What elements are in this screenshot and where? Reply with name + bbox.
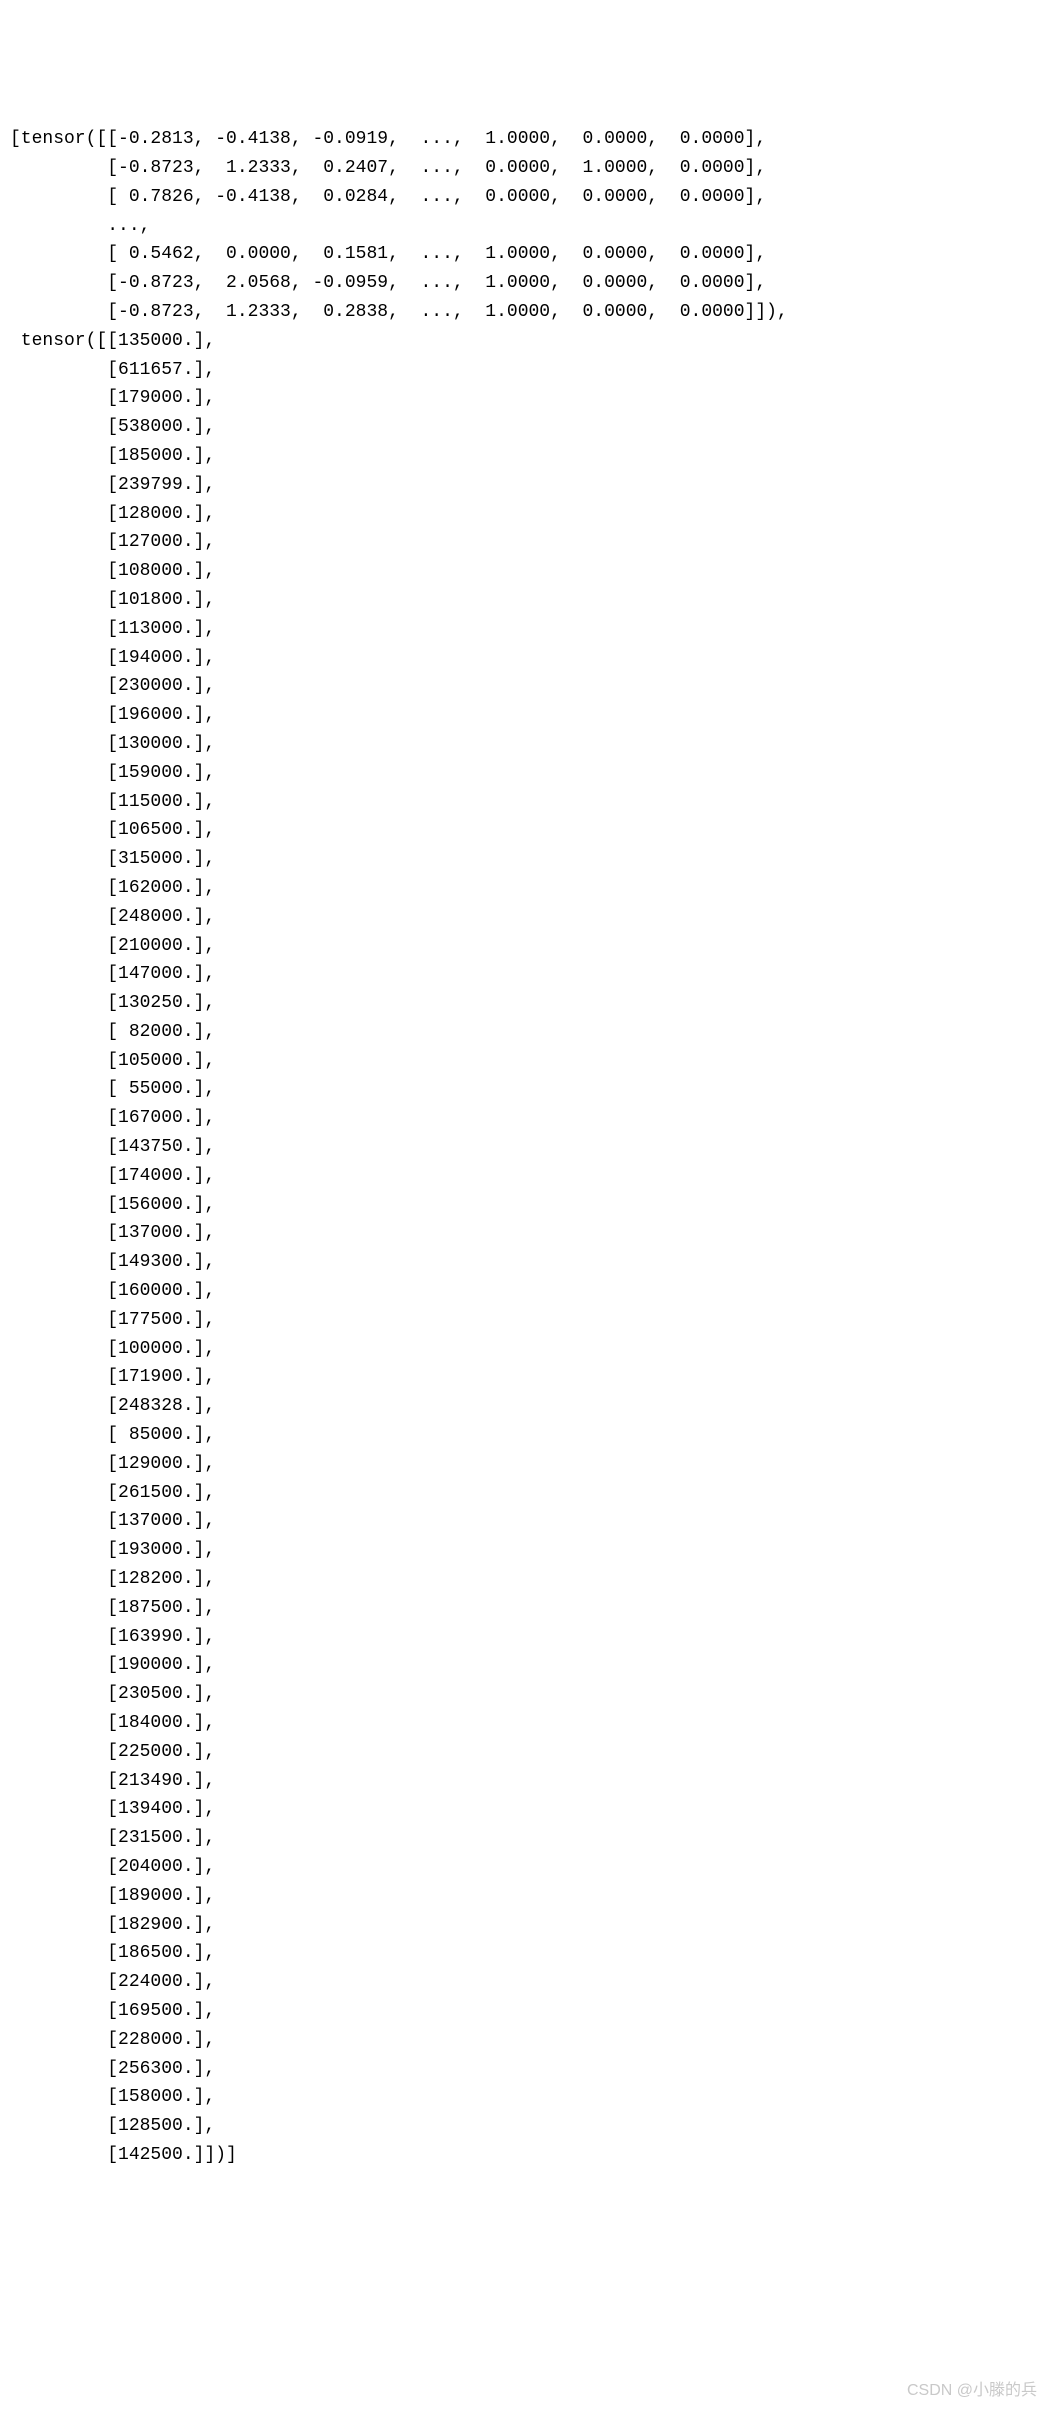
tensor1-line-2: [ 0.7826, -0.4138, 0.0284, ..., 0.0000, …: [10, 187, 766, 207]
tensor1-line-6: [-0.8723, 1.2333, 0.2838, ..., 1.0000, 0…: [10, 302, 788, 322]
tensor1-line-1: [-0.8723, 1.2333, 0.2407, ..., 0.0000, 1…: [10, 158, 766, 178]
watermark: CSDN @小滕的兵: [907, 2378, 1037, 2404]
tensor2-rows: [611657.], [179000.], [538000.], [185000…: [10, 360, 215, 2137]
tensor2-line-first: tensor([[135000.],: [10, 331, 215, 351]
tensor1-line-0: [tensor([[-0.2813, -0.4138, -0.0919, ...…: [10, 129, 766, 149]
tensor1-line-4: [ 0.5462, 0.0000, 0.1581, ..., 1.0000, 0…: [10, 244, 766, 264]
tensor1-line-3: ...,: [10, 216, 150, 236]
tensor-output: [tensor([[-0.2813, -0.4138, -0.0919, ...…: [10, 125, 1047, 2170]
tensor2-line-last: [142500.]])]: [10, 2145, 237, 2165]
tensor1-line-5: [-0.8723, 2.0568, -0.0959, ..., 1.0000, …: [10, 273, 766, 293]
